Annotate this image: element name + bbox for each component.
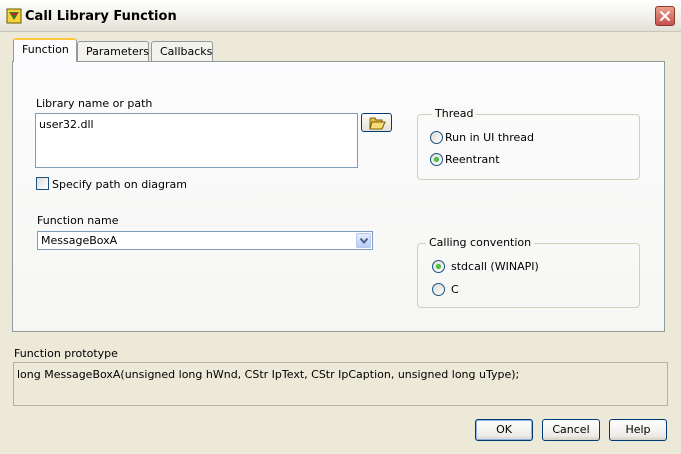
prototype-label: Function prototype <box>14 347 118 360</box>
specify-path-label: Specify path on diagram <box>52 178 187 191</box>
tab-callbacks[interactable]: Callbacks <box>151 41 213 63</box>
function-name-label: Function name <box>37 214 119 227</box>
function-name-value: MessageBoxA <box>41 234 118 247</box>
tab-function[interactable]: Function <box>13 38 77 62</box>
tab-label: Callbacks <box>160 45 213 58</box>
calling-convention-group-title: Calling convention <box>426 236 535 249</box>
window-title: Call Library Function <box>25 9 177 24</box>
library-path-field[interactable]: user32.dll <box>35 113 358 168</box>
cancel-label: Cancel <box>552 423 590 436</box>
reentrant-label: Reentrant <box>445 153 500 166</box>
radio-selected-dot <box>436 264 441 269</box>
run-in-ui-thread-label: Run in UI thread <box>445 131 534 144</box>
browse-button[interactable] <box>361 113 392 132</box>
ok-button[interactable]: OK <box>475 419 533 441</box>
stdcall-label: stdcall (WINAPI) <box>451 260 539 273</box>
library-path-value: user32.dll <box>39 118 94 131</box>
prototype-display: long MessageBoxA(unsigned long hWnd, CSt… <box>13 362 668 406</box>
tab-label: Parameters <box>86 45 149 58</box>
calling-convention-group <box>417 243 640 308</box>
run-in-ui-thread-radio[interactable] <box>430 131 443 144</box>
thread-group <box>417 114 640 180</box>
close-button[interactable] <box>655 6 675 26</box>
labview-icon <box>6 8 22 24</box>
reentrant-radio[interactable] <box>430 153 443 166</box>
prototype-text: long MessageBoxA(unsigned long hWnd, CSt… <box>17 368 520 381</box>
ok-label: OK <box>496 423 512 436</box>
dropdown-button[interactable] <box>356 233 371 248</box>
thread-group-title: Thread <box>432 107 477 120</box>
help-label: Help <box>625 423 651 436</box>
help-button[interactable]: Help <box>609 419 667 441</box>
tab-parameters[interactable]: Parameters <box>77 41 149 63</box>
c-convention-label: C <box>451 283 459 296</box>
stdcall-radio[interactable] <box>432 260 445 273</box>
c-convention-radio[interactable] <box>432 283 445 296</box>
radio-selected-dot <box>434 157 439 162</box>
dialog-window: Call Library Function Function Parameter… <box>0 0 681 454</box>
cancel-button[interactable]: Cancel <box>542 419 600 441</box>
function-name-select[interactable]: MessageBoxA <box>37 231 373 250</box>
title-bar[interactable]: Call Library Function <box>0 0 681 32</box>
specify-path-checkbox[interactable] <box>36 177 49 190</box>
library-label: Library name or path <box>36 97 153 110</box>
tab-label: Function <box>22 43 69 56</box>
